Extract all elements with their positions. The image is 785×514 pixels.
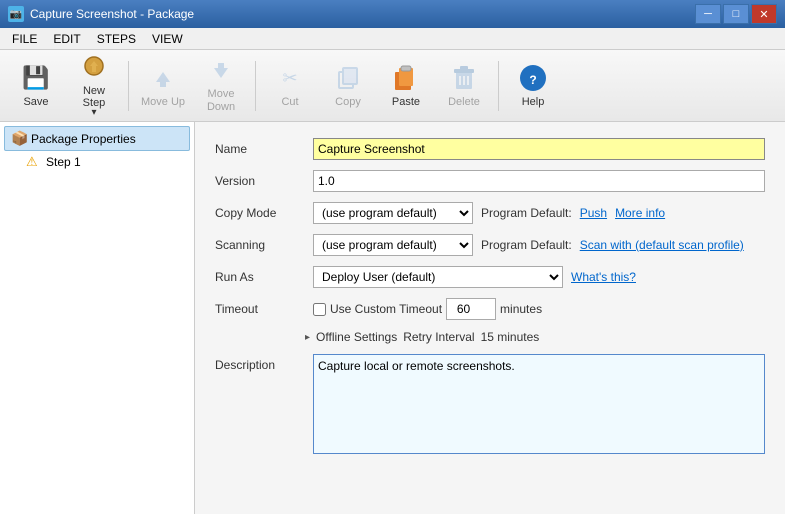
copy-mode-wrap: (use program default) Program Default: P… [313, 202, 765, 224]
copy-mode-select[interactable]: (use program default) [313, 202, 473, 224]
delete-label: Delete [448, 96, 480, 108]
save-icon: 💾 [20, 62, 52, 94]
menu-edit[interactable]: EDIT [45, 30, 88, 48]
copy-mode-more-info[interactable]: More info [615, 206, 665, 220]
description-row: Description [215, 354, 765, 454]
menu-bar: FILE EDIT STEPS VIEW [0, 28, 785, 50]
timeout-label: Timeout [215, 302, 305, 316]
toolbar-sep-2 [255, 61, 256, 111]
scanning-note: Program Default: [481, 238, 572, 252]
offline-retry-value: 15 minutes [481, 330, 540, 344]
version-row: Version [215, 170, 765, 192]
version-label: Version [215, 174, 305, 188]
help-button[interactable]: ? Help [505, 56, 561, 116]
run-as-link[interactable]: What's this? [571, 270, 636, 284]
cut-icon: ✂ [274, 62, 306, 94]
left-panel: 📦 Package Properties ⚠ Step 1 [0, 122, 195, 514]
scanning-link[interactable]: Scan with (default scan profile) [580, 238, 744, 252]
move-up-label: Move Up [141, 96, 185, 108]
run-as-label: Run As [215, 270, 305, 284]
run-as-select[interactable]: Deploy User (default) [313, 266, 563, 288]
delete-button[interactable]: Delete [436, 56, 492, 116]
name-row: Name [215, 138, 765, 160]
copy-mode-label: Copy Mode [215, 206, 305, 220]
title-bar: 📷 Capture Screenshot - Package ─ □ ✕ [0, 0, 785, 28]
title-bar-left: 📷 Capture Screenshot - Package [8, 6, 194, 22]
offline-toggle[interactable]: ▸ [305, 332, 310, 343]
offline-settings-row: ▸ Offline Settings Retry Interval 15 min… [215, 330, 765, 344]
cut-button[interactable]: ✂ Cut [262, 56, 318, 116]
paste-icon [390, 62, 422, 94]
run-as-row: Run As Deploy User (default) What's this… [215, 266, 765, 288]
timeout-value-input[interactable] [446, 298, 496, 320]
copy-icon [332, 62, 364, 94]
copy-mode-push-link[interactable]: Push [580, 206, 607, 220]
scanning-wrap: (use program default) Program Default: S… [313, 234, 765, 256]
copy-mode-note: Program Default: [481, 206, 572, 220]
save-button[interactable]: 💾 Save [8, 56, 64, 116]
new-step-label-wrap: New Step ▾ [71, 85, 117, 118]
maximize-button[interactable]: □ [723, 4, 749, 24]
timeout-checkbox[interactable] [313, 303, 326, 316]
new-step-dropdown-arrow: ▾ [91, 107, 96, 118]
move-down-button[interactable]: Move Down [193, 56, 249, 116]
svg-text:?: ? [529, 73, 536, 87]
name-label: Name [215, 142, 305, 156]
scanning-select[interactable]: (use program default) [313, 234, 473, 256]
right-panel: Name Version Copy Mode (use program defa… [195, 122, 785, 514]
step-1-label: Step 1 [46, 155, 81, 169]
menu-steps[interactable]: STEPS [89, 30, 144, 48]
scanning-label: Scanning [215, 238, 305, 252]
warning-icon: ⚠ [26, 154, 42, 170]
copy-mode-row: Copy Mode (use program default) Program … [215, 202, 765, 224]
help-label: Help [522, 96, 545, 108]
toolbar-sep-3 [498, 61, 499, 111]
toolbar-sep-1 [128, 61, 129, 111]
move-up-icon [147, 62, 179, 94]
save-label: Save [23, 96, 48, 108]
offline-retry-label: Retry Interval [403, 330, 474, 344]
close-button[interactable]: ✕ [751, 4, 777, 24]
title-bar-text: Capture Screenshot - Package [30, 7, 194, 21]
move-down-icon [205, 58, 237, 86]
main-content: 📦 Package Properties ⚠ Step 1 Name Versi… [0, 122, 785, 514]
move-up-button[interactable]: Move Up [135, 56, 191, 116]
move-down-label: Move Down [198, 88, 244, 112]
timeout-checkbox-wrap: Use Custom Timeout minutes [313, 298, 542, 320]
package-properties-label: Package Properties [31, 132, 136, 146]
menu-file[interactable]: FILE [4, 30, 45, 48]
run-as-wrap: Deploy User (default) What's this? [313, 266, 765, 288]
copy-label: Copy [335, 96, 361, 108]
offline-label: Offline Settings [316, 330, 397, 344]
minimize-button[interactable]: ─ [695, 4, 721, 24]
delete-icon [448, 62, 480, 94]
new-step-button[interactable]: New Step ▾ [66, 56, 122, 116]
timeout-row: Timeout Use Custom Timeout minutes [215, 298, 765, 320]
app-icon: 📷 [8, 6, 24, 22]
menu-view[interactable]: VIEW [144, 30, 191, 48]
version-input[interactable] [313, 170, 765, 192]
description-textarea[interactable] [313, 354, 765, 454]
copy-button[interactable]: Copy [320, 56, 376, 116]
name-input[interactable] [313, 138, 765, 160]
paste-label: Paste [392, 96, 420, 108]
timeout-check-label: Use Custom Timeout [330, 302, 442, 316]
scanning-row: Scanning (use program default) Program D… [215, 234, 765, 256]
help-icon: ? [517, 62, 549, 94]
package-icon: 📦 [11, 130, 27, 147]
new-step-icon [78, 53, 110, 83]
sidebar-item-package-properties[interactable]: 📦 Package Properties [4, 126, 190, 151]
toolbar: 💾 Save New Step ▾ Move Up [0, 50, 785, 122]
cut-label: Cut [281, 96, 298, 108]
new-step-label: New Step [71, 85, 117, 109]
sidebar-item-step-1[interactable]: ⚠ Step 1 [20, 151, 190, 173]
paste-button[interactable]: Paste [378, 56, 434, 116]
title-bar-controls: ─ □ ✕ [695, 4, 777, 24]
timeout-unit: minutes [500, 302, 542, 316]
description-label: Description [215, 354, 305, 372]
